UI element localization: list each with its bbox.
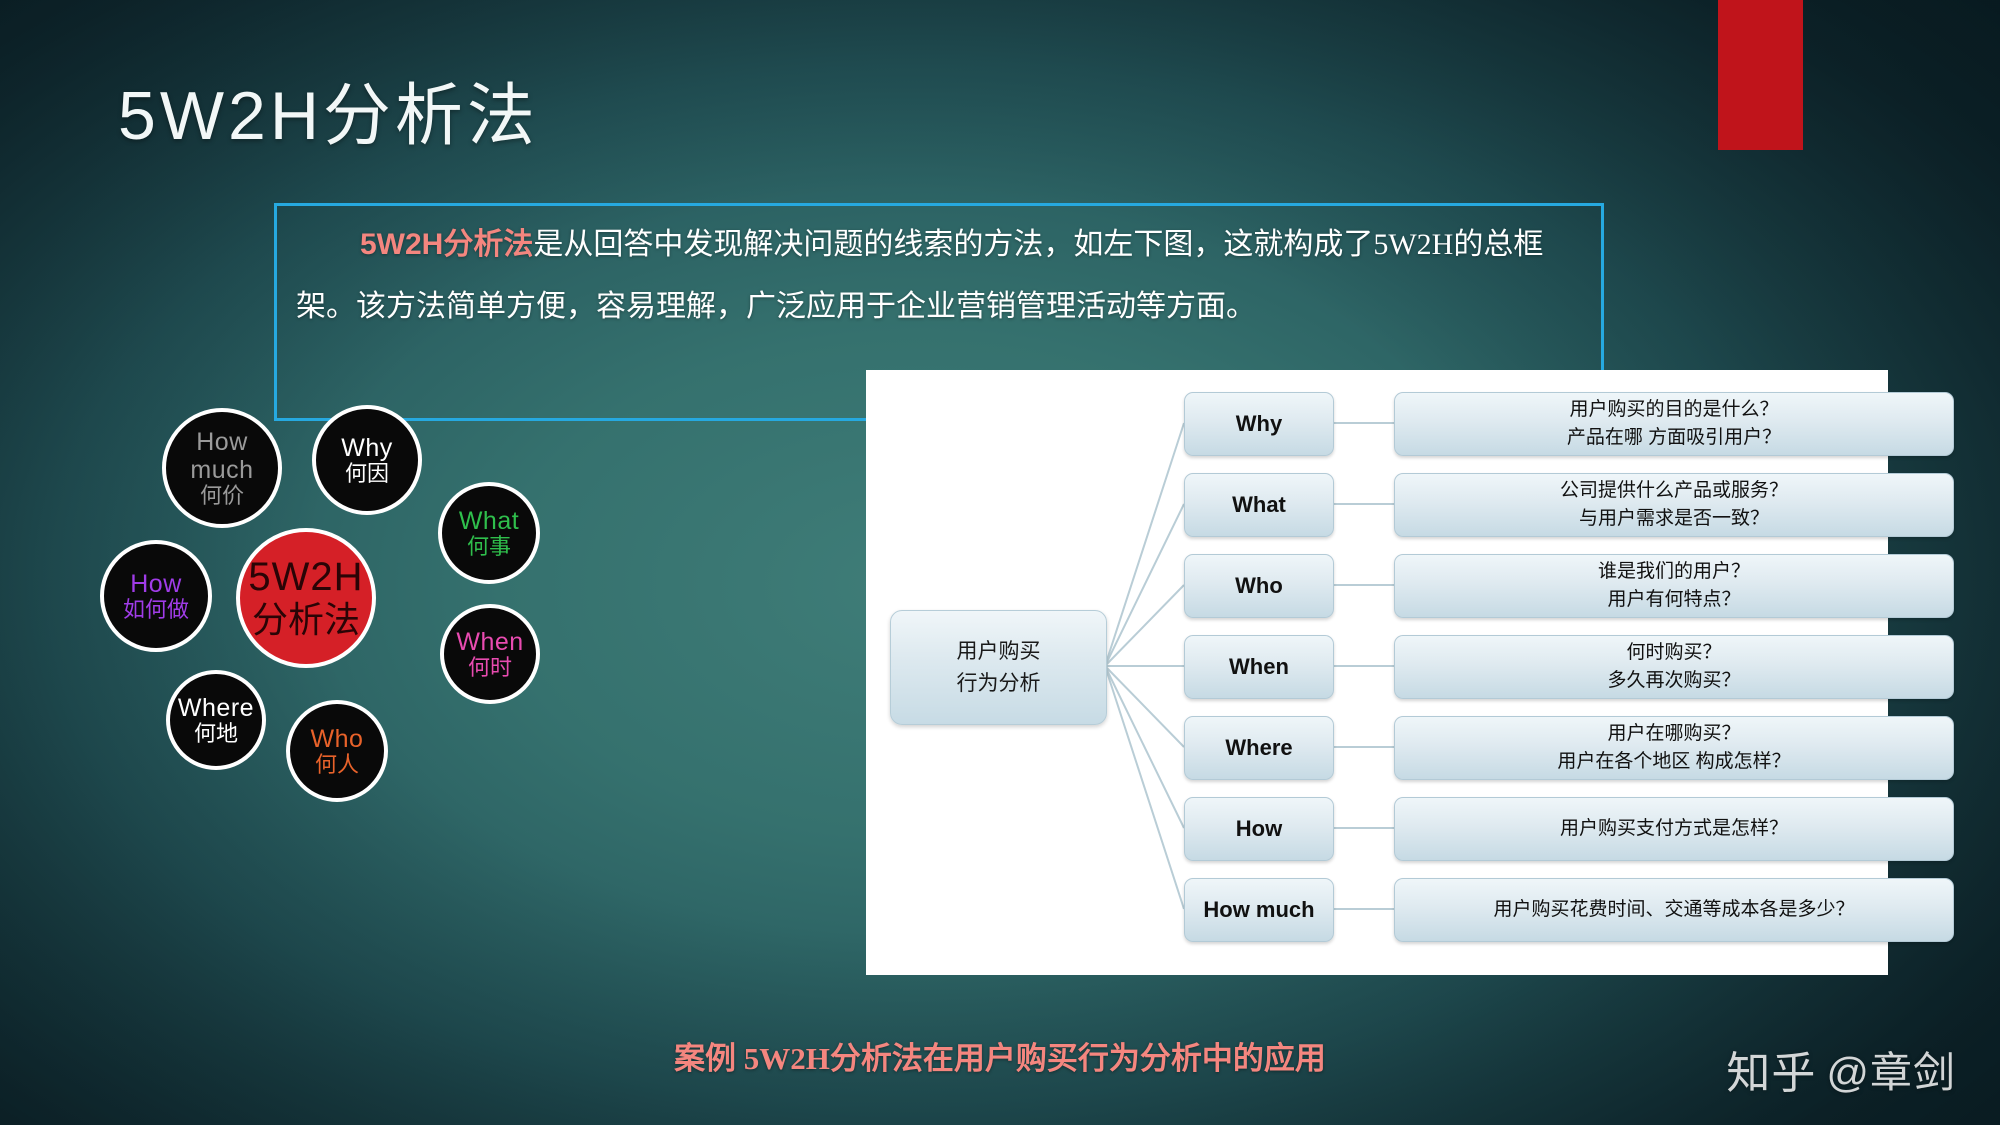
- flowchart-answer-how: 用户购买支付方式是怎样？: [1394, 797, 1954, 861]
- circle-node-label-en: Where: [177, 693, 255, 722]
- page-title: 5W2H分析法: [118, 78, 539, 154]
- flowchart-root-line2: 行为分析: [956, 671, 1041, 695]
- flowchart-answer-line: 用户购买的目的是什么？: [1569, 399, 1779, 421]
- flowchart-answer-when: 何时购买？ 多久再次购买？: [1394, 635, 1954, 699]
- flowchart-answer-line: 用户在各个地区 构成怎样？: [1557, 751, 1791, 772]
- circle-node-center: 5W2H 分析法: [236, 528, 376, 668]
- description-text: 5W2H分析法是从回答中发现解决问题的线索的方法，如左下图，这就构成了5W2H的…: [296, 214, 1596, 338]
- flowchart-key-who: Who: [1184, 554, 1334, 618]
- circle-node-label-cn: 何事: [466, 533, 511, 559]
- flowchart-key-how: How: [1184, 797, 1334, 861]
- flowchart-answer-line: 用户购买支付方式是怎样？: [1559, 818, 1788, 840]
- flowchart-answer-line: 何时购买？: [1626, 642, 1722, 664]
- flowchart-answer-how-much: 用户购买花费时间、交通等成本各是多少？: [1394, 878, 1954, 942]
- circle-node-label-cn: 何价: [199, 482, 244, 508]
- circle-node-how-much: How much 何价: [162, 408, 282, 528]
- flowchart-key-how-much: How much: [1184, 878, 1334, 942]
- watermark-user: @章剑: [1826, 1048, 1956, 1096]
- circle-node-label-cn: 何因: [344, 460, 389, 486]
- circle-node-how: How 如何做: [100, 540, 212, 652]
- circle-diagram: How much 何价 Why 何因 What 何事 How 如何做 5W2H …: [100, 405, 690, 960]
- flowchart-answer-line: 产品在哪 方面吸引用户？: [1566, 427, 1782, 448]
- circle-node-where: Where 何地: [166, 670, 266, 770]
- flowchart-answer-line: 用户购买花费时间、交通等成本各是多少？: [1493, 899, 1855, 921]
- flowchart-answer-line: 用户在哪购买？: [1607, 723, 1741, 745]
- slide-caption: 案例 5W2H分析法在用户购买行为分析中的应用: [674, 1041, 1326, 1076]
- flowchart-root-line1: 用户购买: [956, 640, 1041, 663]
- watermark: 知乎 @章剑: [1726, 1037, 1956, 1101]
- flowchart-answer-line: 多久再次购买？: [1607, 670, 1741, 691]
- circle-node-label-en: Why: [341, 433, 393, 462]
- circle-node-who: Who 何人: [286, 700, 388, 802]
- circle-node-what: What 何事: [438, 482, 540, 584]
- circle-node-label-cn: 何时: [467, 654, 512, 680]
- flowchart-answer-who: 谁是我们的用户？ 用户有何特点？: [1394, 554, 1954, 618]
- circle-node-label-en: When: [456, 627, 524, 656]
- flowchart-panel: 用户购买 行为分析 Why What Who When Where How Ho…: [866, 370, 1954, 975]
- circle-node-label-en: How: [130, 569, 182, 598]
- circle-node-label-cn: 何地: [193, 720, 238, 746]
- circle-node-why: Why 何因: [312, 405, 422, 515]
- flowchart-answer-where: 用户在哪购买？ 用户在各个地区 构成怎样？: [1394, 716, 1954, 780]
- description-highlight: 5W2H分析法: [360, 228, 534, 261]
- flowchart-answer-line: 公司提供什么产品或服务？: [1559, 480, 1788, 502]
- flowchart-key-where: Where: [1184, 716, 1334, 780]
- flowchart-answer-line: 谁是我们的用户？: [1597, 561, 1750, 583]
- circle-center-label-en: 5W2H: [248, 555, 364, 600]
- flowchart-key-when: When: [1184, 635, 1334, 699]
- flowchart-key-what: What: [1184, 473, 1334, 537]
- red-accent-bar: [1718, 0, 1803, 150]
- flowchart-key-why: Why: [1184, 392, 1334, 456]
- circle-node-label-en: What: [458, 506, 520, 535]
- flowchart-answer-line: 与用户需求是否一致？: [1578, 508, 1769, 529]
- flowchart-answer-line: 用户有何特点？: [1607, 589, 1741, 610]
- circle-node-label-en: How much: [190, 427, 254, 484]
- circle-node-when: When 何时: [440, 604, 540, 704]
- watermark-logo: 知乎: [1726, 1049, 1817, 1098]
- flowchart-root-node: 用户购买 行为分析: [890, 610, 1107, 725]
- circle-node-label-en: Who: [310, 724, 364, 753]
- flowchart-answer-what: 公司提供什么产品或服务？ 与用户需求是否一致？: [1394, 473, 1954, 537]
- circle-node-label-cn: 何人: [314, 751, 359, 777]
- circle-center-label-cn: 分析法: [251, 599, 360, 641]
- slide: 5W2H分析法 5W2H分析法是从回答中发现解决问题的线索的方法，如左下图，这就…: [0, 0, 2000, 1125]
- circle-node-label-cn: 如何做: [122, 596, 189, 622]
- flowchart-answer-why: 用户购买的目的是什么？ 产品在哪 方面吸引用户？: [1394, 392, 1954, 456]
